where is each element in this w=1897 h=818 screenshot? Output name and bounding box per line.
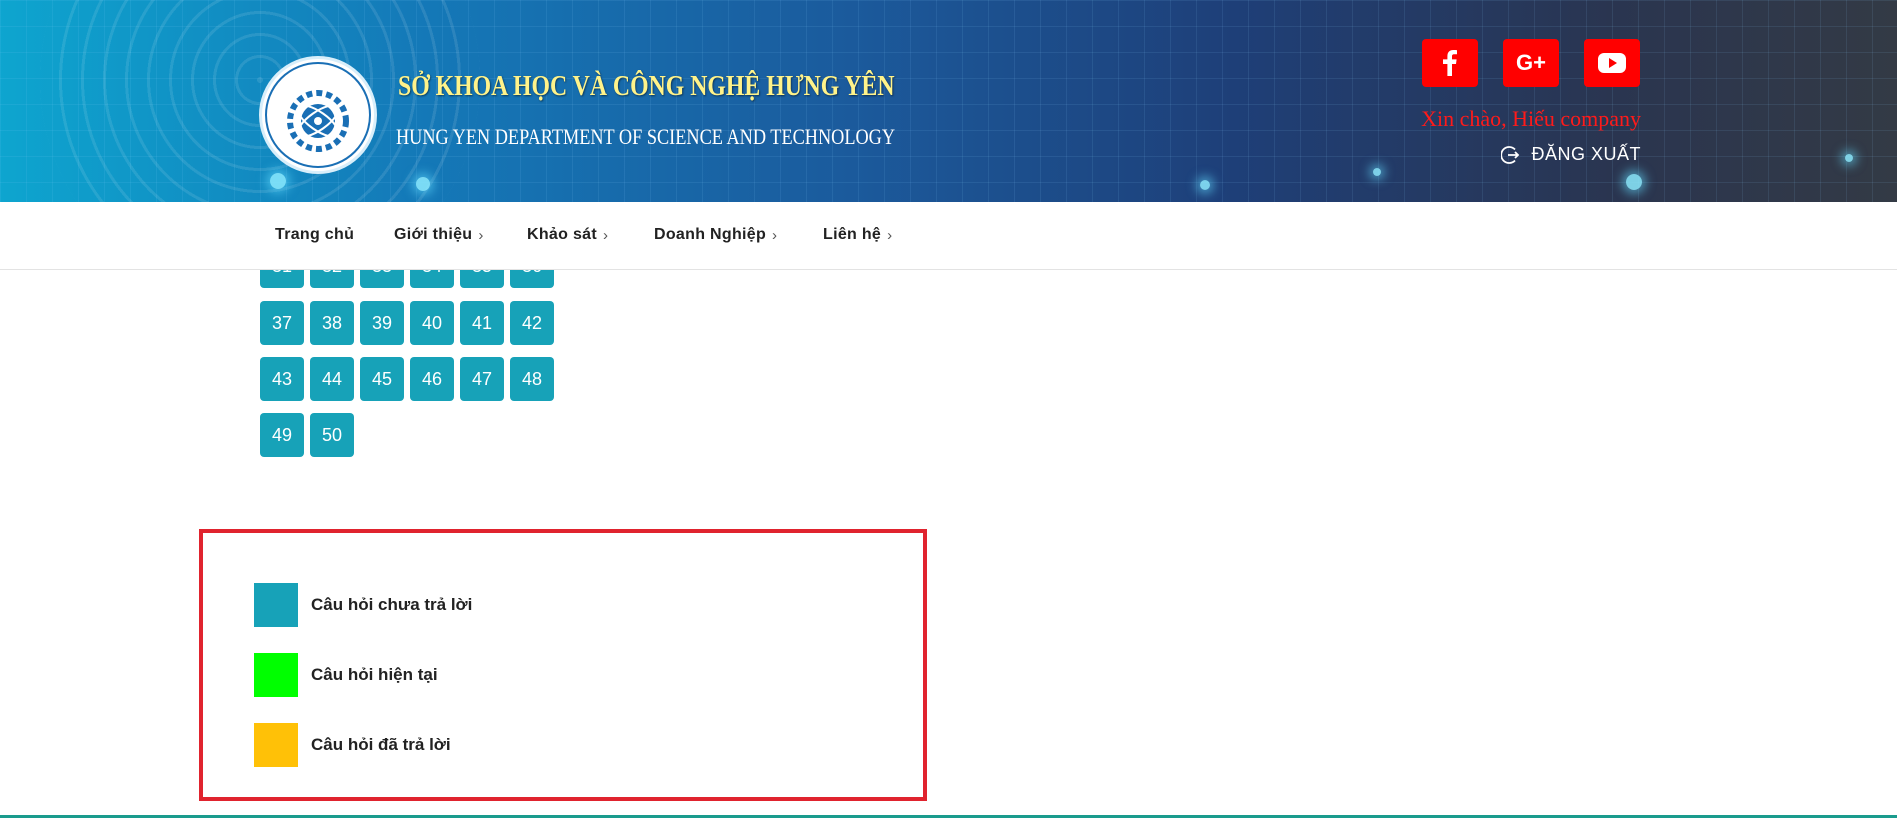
chevron-right-icon: › (478, 226, 484, 244)
question-button[interactable]: 49 (260, 413, 304, 457)
question-button[interactable]: 44 (310, 357, 354, 401)
header-glow-dot (1845, 154, 1853, 162)
chevron-right-icon: › (602, 226, 609, 244)
legend-swatch (254, 653, 298, 697)
youtube-button[interactable] (1584, 39, 1640, 87)
header-glow-dot (270, 173, 286, 189)
facebook-icon (1443, 50, 1457, 76)
legend-label: Câu hỏi đã trả lời (311, 735, 451, 754)
logout-icon (1501, 145, 1520, 164)
nav-item-business[interactable]: Doanh Nghiệp › (654, 226, 777, 244)
question-button[interactable]: 48 (510, 357, 554, 401)
header-glow-dot (416, 177, 430, 191)
question-button[interactable]: 43 (260, 357, 304, 401)
header-glow-dot (1373, 168, 1381, 176)
question-button[interactable]: 50 (310, 413, 354, 457)
nav-item-label: Giới thiệu (394, 226, 473, 243)
question-button[interactable]: 46 (410, 357, 454, 401)
header-glow-dot (1626, 174, 1642, 190)
question-button[interactable]: 40 (410, 301, 454, 345)
logout-link[interactable]: ĐĂNG XUẤT (1501, 144, 1641, 165)
legend-label: Câu hỏi hiện tại (311, 665, 438, 684)
site-title-english: HUNG YEN DEPARTMENT OF SCIENCE AND TECHN… (396, 124, 896, 149)
question-button[interactable]: 37 (260, 301, 304, 345)
legend-item-unanswered: Câu hỏi chưa trả lời (254, 583, 472, 627)
facebook-button[interactable] (1422, 39, 1478, 87)
site-logo[interactable] (259, 56, 377, 174)
nav-item-contact[interactable]: Liên hệ › (823, 226, 892, 244)
nav-item-label: Doanh Nghiệp (654, 226, 767, 243)
legend-swatch (254, 723, 298, 767)
google-plus-button[interactable]: G+ (1503, 39, 1559, 87)
nav-item-label: Liên hệ (823, 226, 882, 243)
question-button[interactable]: 39 (360, 301, 404, 345)
chevron-right-icon: › (772, 226, 778, 244)
google-plus-icon: G+ (1516, 50, 1546, 75)
legend-label: Câu hỏi chưa trả lời (311, 595, 473, 614)
user-greeting: Xin chào, Hiếu company (1421, 106, 1641, 131)
legend-item-current: Câu hỏi hiện tại (254, 653, 438, 697)
nav-item-about[interactable]: Giới thiệu › (394, 226, 484, 244)
nav-item-label: Trang chủ (275, 226, 355, 243)
nav-item-home[interactable]: Trang chủ (275, 226, 354, 244)
site-title-vietnamese: SỞ KHOA HỌC VÀ CÔNG NGHỆ HƯNG YÊN (398, 70, 895, 102)
main-navigation: Trang chủ Giới thiệu › Khảo sát › Doanh … (0, 202, 1897, 270)
question-button[interactable]: 42 (510, 301, 554, 345)
question-status-legend: Câu hỏi chưa trả lời Câu hỏi hiện tại Câ… (199, 529, 927, 801)
youtube-icon (1598, 53, 1626, 73)
site-header: SỞ KHOA HỌC VÀ CÔNG NGHỆ HƯNG YÊN HUNG Y… (0, 0, 1897, 202)
legend-item-answered: Câu hỏi đã trả lời (254, 723, 451, 767)
question-button[interactable]: 47 (460, 357, 504, 401)
chevron-right-icon: › (887, 226, 893, 244)
question-button[interactable]: 41 (460, 301, 504, 345)
logout-label: ĐĂNG XUẤT (1531, 144, 1641, 164)
logo-emblem-icon (265, 62, 371, 168)
legend-swatch (254, 583, 298, 627)
header-glow-dot (1200, 180, 1210, 190)
question-button[interactable]: 45 (360, 357, 404, 401)
question-button[interactable]: 38 (310, 301, 354, 345)
nav-item-survey[interactable]: Khảo sát › (527, 226, 608, 244)
nav-item-label: Khảo sát (527, 226, 597, 243)
